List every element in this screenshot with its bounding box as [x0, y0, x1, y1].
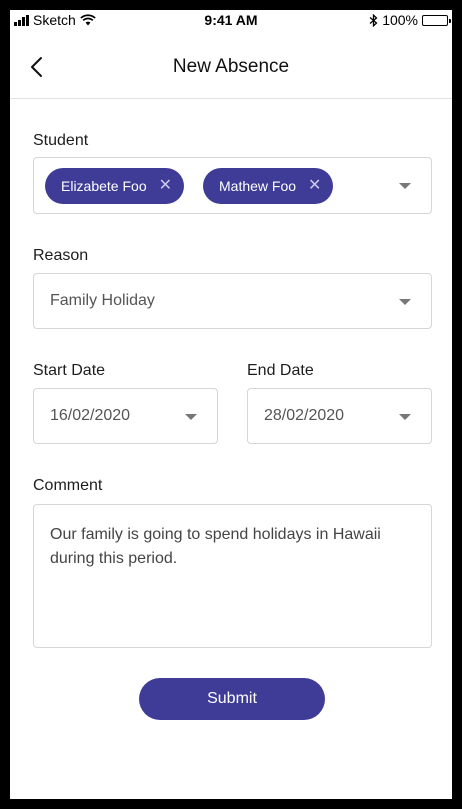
end-date-label: End Date	[247, 362, 314, 379]
start-date-value: 16/02/2020	[50, 407, 131, 424]
close-icon[interactable]: ✕	[308, 178, 321, 194]
comment-value: Our family is going to spend holidays in…	[50, 526, 381, 567]
reason-select[interactable]: Family Holiday	[33, 273, 432, 329]
end-date-select[interactable]: 28/02/2020	[247, 388, 432, 444]
reason-value: Family Holiday	[50, 292, 155, 309]
bluetooth-icon	[369, 13, 378, 27]
student-chip[interactable]: Elizabete Foo ✕	[45, 168, 185, 204]
reason-label: Reason	[33, 247, 89, 264]
comment-label: Comment	[33, 477, 103, 494]
status-bar: Sketch 9:41 AM 100%	[10, 10, 452, 32]
submit-button[interactable]: Submit	[139, 678, 325, 720]
phone-frame: Sketch 9:41 AM 100% New Absence Student …	[0, 0, 462, 809]
status-right: 100%	[369, 12, 451, 28]
chevron-down-icon[interactable]	[399, 299, 411, 305]
student-chip[interactable]: Mathew Foo ✕	[203, 168, 334, 204]
start-date-select[interactable]: 16/02/2020	[33, 388, 218, 444]
comment-textarea[interactable]: Our family is going to spend holidays in…	[33, 504, 432, 648]
screen: Sketch 9:41 AM 100% New Absence Student …	[10, 10, 452, 799]
chevron-down-icon[interactable]	[399, 183, 411, 189]
end-date-value: 28/02/2020	[264, 407, 345, 424]
chevron-down-icon[interactable]	[185, 414, 197, 420]
start-date-label: Start Date	[33, 362, 106, 379]
close-icon[interactable]: ✕	[159, 178, 172, 194]
navigation-bar: New Absence	[10, 40, 452, 99]
page-title: New Absence	[172, 56, 290, 77]
chevron-down-icon[interactable]	[399, 414, 411, 420]
student-select[interactable]: Elizabete Foo ✕ Mathew Foo ✕	[33, 157, 432, 214]
student-chip-name: Mathew Foo	[219, 178, 297, 194]
battery-icon	[422, 14, 451, 26]
battery-percent: 100%	[382, 12, 418, 28]
student-chip-name: Elizabete Foo	[61, 178, 147, 194]
student-label: Student	[33, 132, 89, 149]
